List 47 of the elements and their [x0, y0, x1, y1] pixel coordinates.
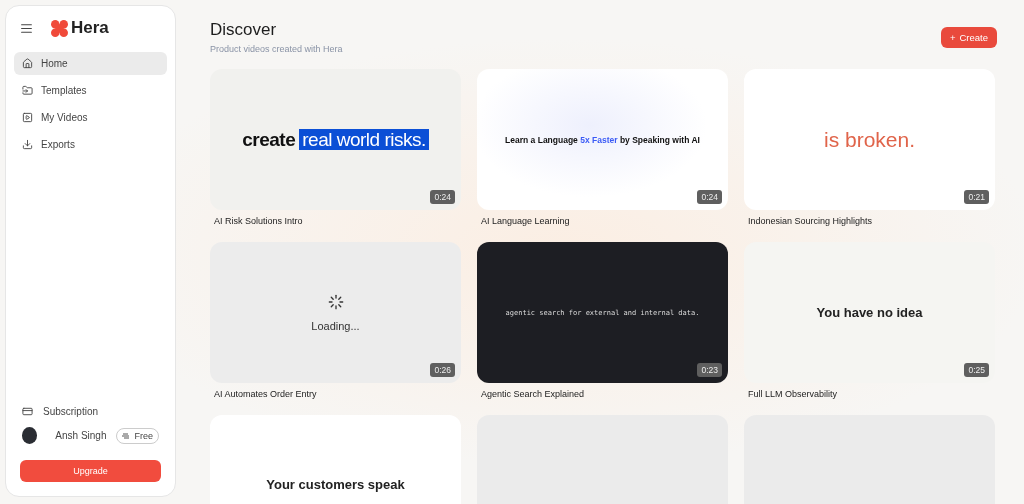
- nav-label: Exports: [41, 139, 75, 150]
- nav-item[interactable]: Templates: [14, 79, 167, 102]
- video-thumbnail[interactable]: create real world risks. 0:24: [210, 69, 461, 210]
- nav-item[interactable]: Exports: [14, 133, 167, 156]
- nav-item[interactable]: My Videos: [14, 106, 167, 129]
- video-icon: [22, 112, 33, 123]
- nav-label: Templates: [41, 85, 87, 96]
- create-button[interactable]: + Create: [940, 27, 997, 48]
- home-icon: [22, 58, 33, 69]
- folder-icon: [22, 85, 33, 96]
- upgrade-button[interactable]: Upgrade: [20, 460, 161, 482]
- video-title: AI Automates Order Entry: [214, 389, 318, 401]
- duration-badge: 0:25: [964, 363, 989, 377]
- download-icon: [22, 139, 33, 150]
- video-thumbnail[interactable]: Loading... 0:26: [210, 242, 461, 383]
- collapse-sidebar-icon[interactable]: [20, 21, 33, 35]
- video-title: Indonesian Sourcing Highlights: [748, 216, 874, 228]
- user-name: Ansh Singh: [55, 430, 107, 441]
- page-subtitle: Product videos created with Hera: [210, 44, 343, 54]
- video-title: Agentic Search Explained: [481, 389, 586, 401]
- thumbnail-caption: You have no idea: [816, 305, 923, 320]
- duration-badge: 0:21: [964, 190, 989, 204]
- thumbnail-caption: is broken.: [823, 127, 915, 152]
- thumbnail-caption: create real world risks.: [242, 128, 429, 151]
- subscription-link[interactable]: Subscription: [14, 406, 167, 417]
- video-title: Full LLM Observability: [748, 389, 839, 401]
- video-title: AI Risk Solutions Intro: [214, 216, 304, 228]
- video-thumbnail[interactable]: Learn a Language 5x Faster by Speaking with AI 0:24: [477, 69, 728, 210]
- video-thumbnail[interactable]: is broken. 0:21: [744, 69, 995, 210]
- credit-card-icon: [22, 406, 33, 417]
- video-thumbnail[interactable]: Your customers speak: [210, 415, 461, 504]
- page-title: Discover: [210, 20, 278, 40]
- duration-badge: 0:24: [697, 190, 722, 204]
- logo-icon: [51, 19, 68, 37]
- thumbnail-caption: Your customers speak: [266, 477, 405, 492]
- nav-item[interactable]: Home: [14, 52, 167, 75]
- duration-badge: 0:24: [430, 190, 455, 204]
- nav-label: Home: [41, 58, 68, 69]
- thumbnail-caption: Learn a Language 5x Faster by Speaking with AI: [505, 134, 700, 145]
- nav-label: My Videos: [41, 112, 88, 123]
- spinner-icon: [327, 293, 344, 310]
- thumbnail-caption: Loading...: [311, 319, 360, 332]
- video-title: AI Language Learning: [481, 216, 571, 228]
- duration-badge: 0:26: [430, 363, 455, 377]
- user-avatar[interactable]: [22, 427, 38, 444]
- brand-name: Hera: [71, 18, 109, 38]
- duration-badge: 0:23: [697, 363, 722, 377]
